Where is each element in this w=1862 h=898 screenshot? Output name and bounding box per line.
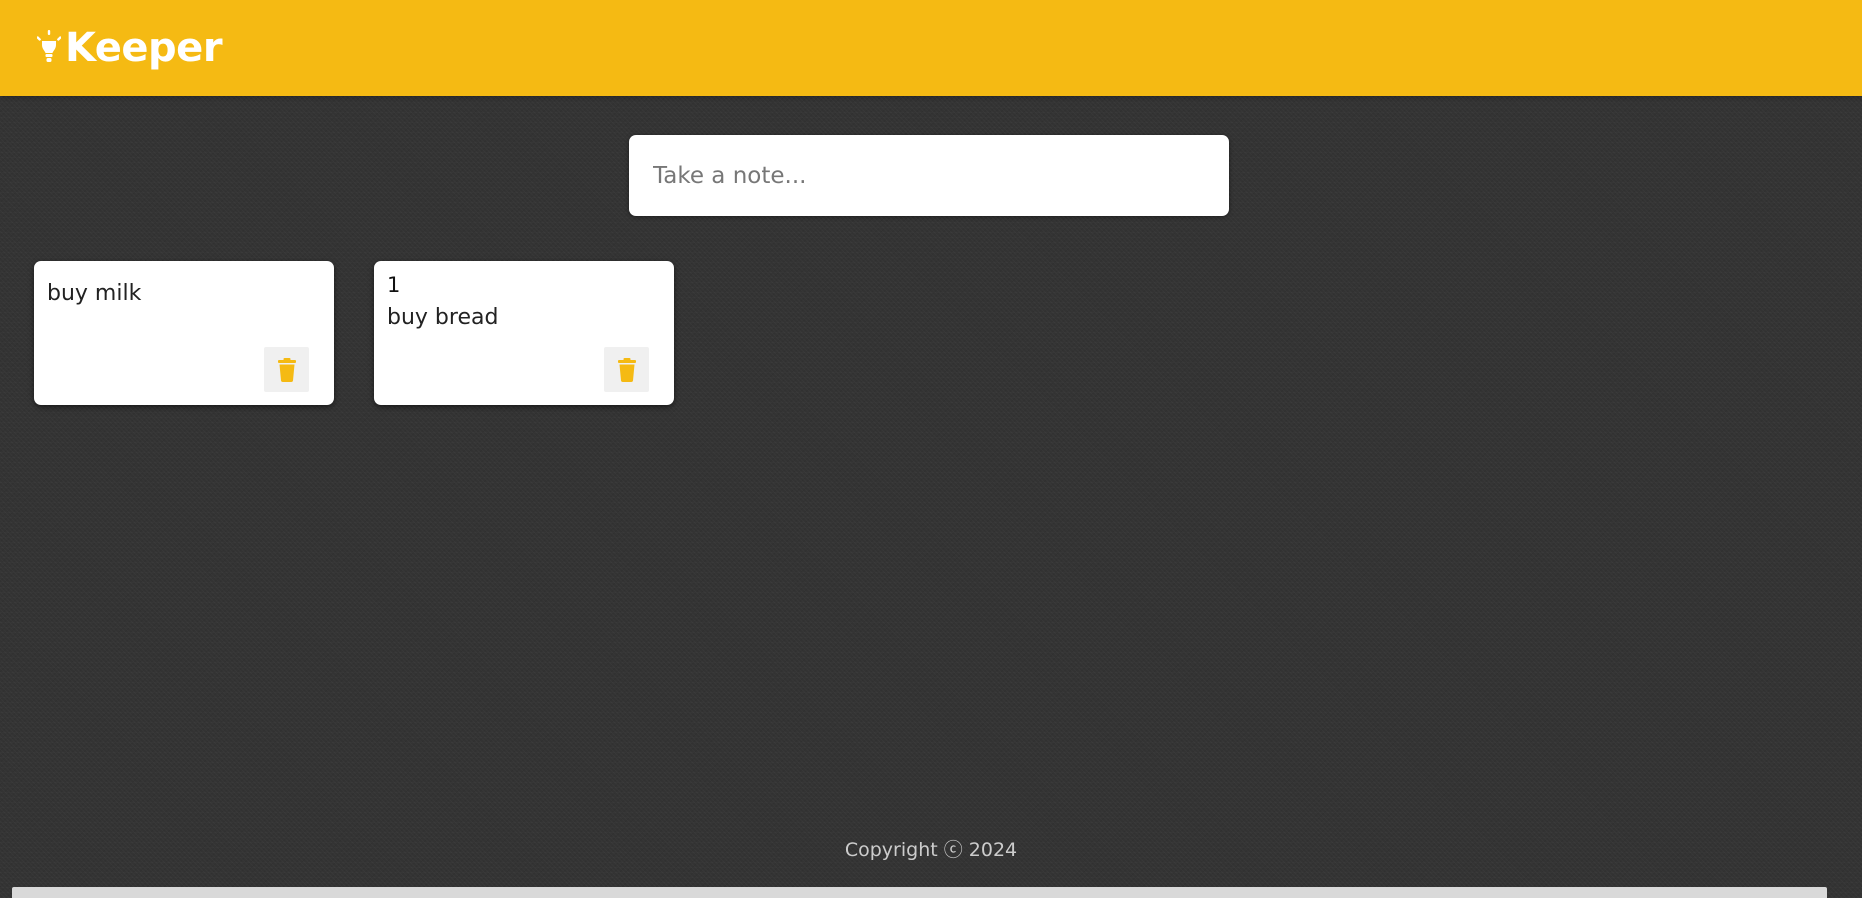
horizontal-scrollbar[interactable] xyxy=(12,887,1827,898)
note-content: buy bread xyxy=(387,305,499,331)
take-note-input[interactable] xyxy=(629,135,1229,216)
trash-icon xyxy=(617,357,636,382)
delete-note-button[interactable] xyxy=(264,347,309,392)
app-logo[interactable]: Keeper xyxy=(37,25,223,71)
note-title: 1 xyxy=(387,273,401,297)
copyright-text: Copyright ⓒ 2024 xyxy=(844,839,1018,861)
lightbulb-icon xyxy=(37,30,61,62)
note-card: buy milk xyxy=(34,261,334,405)
note-content: buy milk xyxy=(47,281,142,306)
page-footer: Copyright ⓒ 2024 xyxy=(0,835,1862,862)
delete-note-button[interactable] xyxy=(604,347,649,392)
app-header: Keeper xyxy=(0,0,1862,96)
create-note-form xyxy=(629,135,1229,216)
trash-icon xyxy=(277,357,296,382)
app-name: Keeper xyxy=(65,25,223,71)
note-card: 1 buy bread xyxy=(374,261,674,405)
